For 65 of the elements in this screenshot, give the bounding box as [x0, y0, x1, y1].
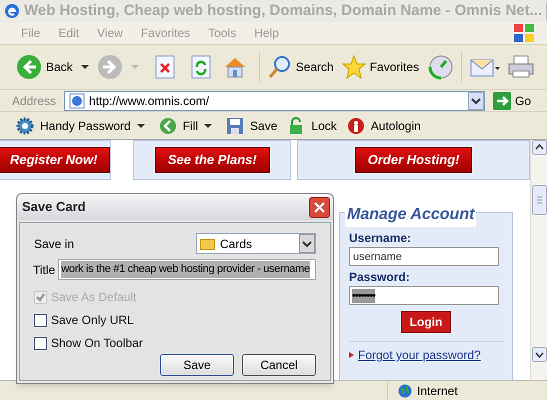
- scroll-thumb-icon: [532, 185, 546, 215]
- toolbar-button[interactable]: Save: [226, 116, 278, 134]
- dialog-button[interactable]: Cancel: [242, 354, 316, 376]
- window-title: Web Hosting, Cheap web hosting, Domains, Domain Name - Omnis Net...: [24, 0, 542, 21]
- back-button[interactable]: Back: [16, 54, 73, 80]
- page-x-icon: [154, 55, 175, 79]
- page-icon: [69, 92, 86, 108]
- login-button[interactable]: Login: [400, 311, 452, 333]
- bullet-icon: [349, 352, 354, 358]
- close-icon: [314, 202, 325, 212]
- address-field[interactable]: http://www.omnis.com/: [64, 90, 485, 110]
- forward-button[interactable]: [96, 54, 123, 80]
- house-icon: [222, 55, 247, 79]
- close-button[interactable]: [309, 196, 330, 218]
- banner-button[interactable]: See the Plans!: [154, 147, 270, 173]
- search-icon: [268, 55, 292, 79]
- checkbox[interactable]: [34, 336, 47, 350]
- password-field[interactable]: ••••••••: [349, 286, 499, 305]
- checkbox-option[interactable]: Show On Toolbar: [34, 334, 143, 352]
- page-refresh-icon: [190, 55, 211, 79]
- field-label: Password:: [349, 269, 411, 286]
- field-label: Username:: [349, 230, 412, 247]
- banner-button[interactable]: Register Now!: [0, 147, 110, 173]
- checkbox-option[interactable]: Save Only URL: [34, 311, 134, 329]
- browser-icon: [4, 3, 20, 19]
- globe-icon: [398, 384, 412, 398]
- search-button[interactable]: Search: [268, 55, 334, 79]
- printer-icon: [508, 55, 534, 79]
- password-dots: ••••••••: [352, 288, 375, 302]
- scroll-bar[interactable]: [530, 140, 547, 380]
- forgot-password-link[interactable]: Forgot your password?: [358, 346, 481, 364]
- toolbar-button[interactable]: Handy Password: [16, 116, 131, 134]
- stop-button[interactable]: [154, 55, 175, 79]
- flag-logo-icon: [513, 23, 535, 43]
- status-zone: Internet: [417, 382, 458, 400]
- folder-dropdown[interactable]: Cards: [196, 233, 316, 254]
- home-button[interactable]: [222, 55, 247, 79]
- history-button[interactable]: [427, 54, 454, 80]
- address-label: Address: [12, 92, 58, 110]
- toolbar-button[interactable]: Fill: [158, 116, 198, 134]
- dialog-title: Save Card: [22, 198, 86, 216]
- favorites-button[interactable]: Favorites: [342, 55, 420, 79]
- dropdown-value: Cards: [220, 236, 254, 252]
- banner-button[interactable]: Order Hosting!: [354, 147, 472, 173]
- caret-icon: [80, 64, 89, 70]
- field-label: Save in: [34, 236, 74, 252]
- caret-icon: [130, 64, 139, 70]
- caret-icon: [136, 122, 145, 128]
- toolbar-button[interactable]: Lock: [287, 116, 337, 134]
- dialog-button[interactable]: Save: [160, 354, 234, 376]
- print-button[interactable]: [508, 55, 534, 79]
- checkbox-option: Save As Default: [34, 288, 136, 306]
- caret-icon: [204, 122, 212, 128]
- toolbar-button[interactable]: Autologin: [346, 116, 421, 134]
- username-field[interactable]: username: [349, 247, 499, 266]
- refresh-button[interactable]: [190, 55, 211, 79]
- title-value: work is the #1 cheap web hosting provider - username: [61, 261, 310, 278]
- go-button[interactable]: Go: [488, 92, 535, 110]
- star-icon: [342, 55, 366, 79]
- gear-icon: [16, 116, 34, 134]
- field-label: Title: [33, 262, 56, 278]
- title-field[interactable]: work is the #1 cheap web hosting provider - username: [58, 259, 316, 280]
- folder-icon: [200, 238, 215, 250]
- checkbox[interactable]: [34, 314, 47, 326]
- address-url: http://www.omnis.com/: [89, 92, 210, 110]
